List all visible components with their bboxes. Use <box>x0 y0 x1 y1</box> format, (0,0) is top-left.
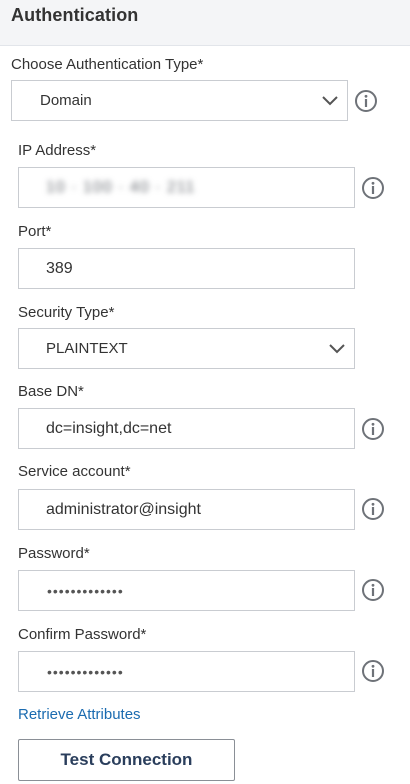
info-icon[interactable] <box>361 497 385 521</box>
port-label: Port* <box>18 223 52 240</box>
port-value: 389 <box>46 259 73 277</box>
base-dn-label: Base DN* <box>18 383 84 400</box>
auth-type-value: Domain <box>40 92 92 109</box>
password-input[interactable]: ••••••••••••• <box>18 570 355 611</box>
section-title: Authentication <box>11 5 139 25</box>
info-icon[interactable] <box>361 659 385 683</box>
auth-type-label: Choose Authentication Type* <box>11 56 204 73</box>
confirm-password-label: Confirm Password* <box>18 626 147 643</box>
confirm-password-input[interactable]: ••••••••••••• <box>18 651 355 692</box>
security-type-value: PLAINTEXT <box>46 340 128 357</box>
auth-type-select[interactable]: Domain <box>11 80 348 121</box>
ip-address-input[interactable]: 10 · 100 · 40 · 211 <box>18 167 355 208</box>
base-dn-input[interactable]: dc=insight,dc=net <box>18 408 355 449</box>
section-header: Authentication <box>0 0 410 46</box>
chevron-down-icon <box>329 343 345 353</box>
base-dn-value: dc=insight,dc=net <box>46 419 172 437</box>
ip-address-label: IP Address* <box>18 142 97 159</box>
password-value: ••••••••••••• <box>47 582 124 599</box>
service-account-input[interactable]: administrator@insight <box>18 489 355 530</box>
service-account-value: administrator@insight <box>46 500 201 518</box>
info-icon[interactable] <box>361 578 385 602</box>
info-icon[interactable] <box>354 89 378 113</box>
confirm-password-value: ••••••••••••• <box>47 663 124 680</box>
retrieve-attributes-link[interactable]: Retrieve Attributes <box>18 706 141 723</box>
security-type-label: Security Type* <box>18 304 115 321</box>
test-connection-button[interactable]: Test Connection <box>18 739 235 781</box>
info-icon[interactable] <box>361 176 385 200</box>
chevron-down-icon <box>322 95 338 105</box>
port-input[interactable]: 389 <box>18 248 355 289</box>
service-account-label: Service account* <box>18 463 131 480</box>
info-icon[interactable] <box>361 417 385 441</box>
password-label: Password* <box>18 545 90 562</box>
security-type-select[interactable]: PLAINTEXT <box>18 328 355 369</box>
ip-address-value: 10 · 100 · 40 · 211 <box>46 178 196 196</box>
